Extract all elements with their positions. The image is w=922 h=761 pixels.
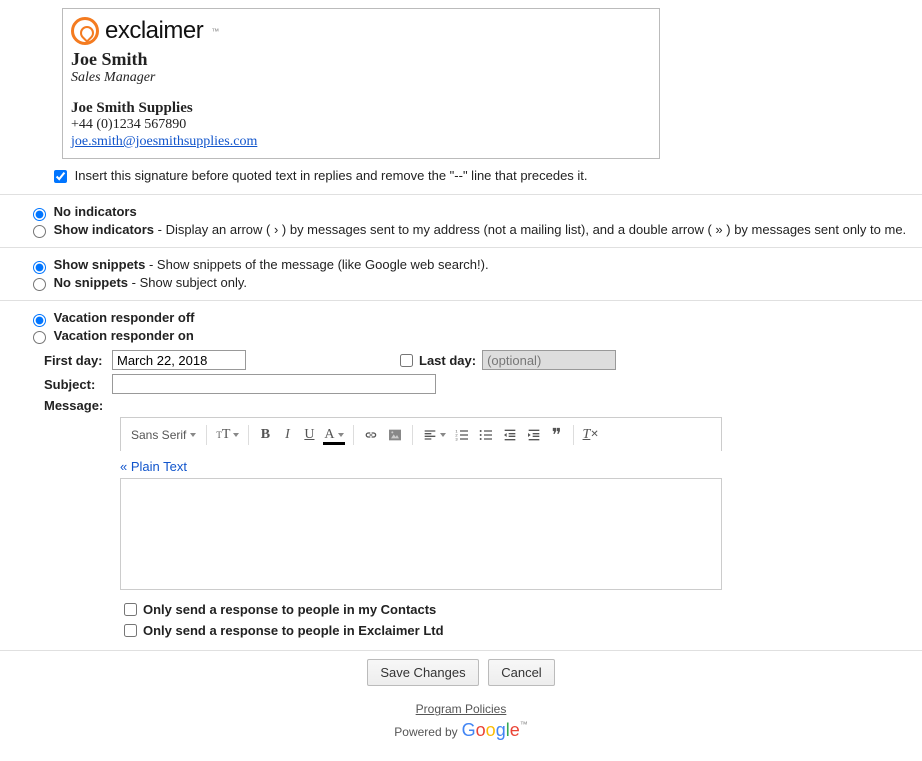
numbered-list-icon: 123 <box>454 427 470 443</box>
chevron-down-icon <box>338 433 344 437</box>
org-only-checkbox[interactable] <box>124 624 137 637</box>
insert-before-text: Insert this signature before quoted text… <box>75 168 588 183</box>
numbered-list-button[interactable]: 123 <box>451 423 473 447</box>
editor-toolbar: Sans Serif TT B I U A <box>120 417 722 451</box>
signature-phone: +44 (0)1234 567890 <box>71 117 651 133</box>
logo-word: exclaimer <box>105 17 203 45</box>
chevron-down-icon <box>440 433 446 437</box>
indent-less-button[interactable] <box>499 423 521 447</box>
indent-less-icon <box>502 427 518 443</box>
show-snippets-label[interactable]: Show snippets - Show snippets of the mes… <box>28 257 489 272</box>
show-snippets-radio[interactable] <box>33 261 46 274</box>
underline-button[interactable]: U <box>299 423 319 447</box>
bullet-list-button[interactable] <box>475 423 497 447</box>
signature-email[interactable]: joe.smith@joesmithsupplies.com <box>71 134 257 149</box>
signature-logo: exclaimer ™ <box>71 17 651 45</box>
vacation-off-text: Vacation responder off <box>54 310 195 325</box>
font-family-select[interactable]: Sans Serif <box>127 428 200 442</box>
contacts-only-checkbox[interactable] <box>124 603 137 616</box>
exclaimer-icon <box>71 17 99 45</box>
chevron-down-icon <box>233 433 239 437</box>
insert-before-checkbox-label[interactable]: Insert this signature before quoted text… <box>50 168 588 183</box>
italic-button[interactable]: I <box>277 423 297 447</box>
footer: Program Policies Powered by Google™ <box>0 694 922 761</box>
message-label: Message: <box>44 398 112 413</box>
text-color-button[interactable]: A <box>321 423 346 447</box>
no-snippets-radio[interactable] <box>33 278 46 291</box>
bullet-list-icon <box>478 427 494 443</box>
font-name: Sans Serif <box>131 428 186 442</box>
no-snippets-label[interactable]: No snippets - Show subject only. <box>28 275 247 290</box>
show-indicators-text: Show indicators <box>54 222 154 237</box>
show-indicators-radio[interactable] <box>33 225 46 238</box>
plain-text-link[interactable]: « Plain Text <box>120 459 722 474</box>
link-button[interactable] <box>360 423 382 447</box>
signature-company: Joe Smith Supplies <box>71 100 651 117</box>
vacation-on-text: Vacation responder on <box>54 328 194 343</box>
first-day-input[interactable] <box>112 350 246 370</box>
logo-tm: ™ <box>211 27 219 36</box>
show-snippets-text: Show snippets <box>54 257 146 272</box>
vacation-off-radio[interactable] <box>33 314 46 327</box>
org-only-label: Only send a response to people in Exclai… <box>143 623 444 638</box>
cancel-button[interactable]: Cancel <box>488 659 554 686</box>
no-snippets-desc: - Show subject only. <box>128 275 247 290</box>
subject-label: Subject: <box>44 377 112 392</box>
signature-name: Joe Smith <box>71 49 651 70</box>
program-policies-link[interactable]: Program Policies <box>416 702 507 716</box>
image-button[interactable] <box>384 423 406 447</box>
show-indicators-desc: - Display an arrow ( › ) by messages sen… <box>154 222 906 237</box>
svg-text:3: 3 <box>455 436 458 441</box>
show-indicators-label[interactable]: Show indicators - Display an arrow ( › )… <box>28 222 906 237</box>
quote-button[interactable]: ❞ <box>547 423 567 447</box>
align-left-icon <box>422 427 438 443</box>
insert-before-checkbox[interactable] <box>54 170 67 183</box>
link-icon <box>363 427 379 443</box>
powered-by-text: Powered by <box>394 725 457 739</box>
show-snippets-desc: - Show snippets of the message (like Goo… <box>145 257 488 272</box>
no-indicators-text: No indicators <box>54 204 137 219</box>
last-day-input <box>482 350 616 370</box>
align-button[interactable] <box>419 423 449 447</box>
vacation-on-label[interactable]: Vacation responder on <box>28 328 194 343</box>
google-logo: Google™ <box>462 720 528 741</box>
first-day-label: First day: <box>44 353 112 368</box>
vacation-off-label[interactable]: Vacation responder off <box>28 310 195 325</box>
last-day-checkbox[interactable] <box>400 354 413 367</box>
image-icon <box>387 427 403 443</box>
no-indicators-label[interactable]: No indicators <box>28 204 137 219</box>
no-indicators-radio[interactable] <box>33 208 46 221</box>
font-size-button[interactable]: TT <box>213 423 242 447</box>
save-changes-button[interactable]: Save Changes <box>367 659 478 686</box>
signature-editor[interactable]: exclaimer ™ Joe Smith Sales Manager Joe … <box>62 8 660 159</box>
last-day-label: Last day: <box>419 353 476 368</box>
no-snippets-text: No snippets <box>54 275 128 290</box>
signature-title: Sales Manager <box>71 70 651 86</box>
indent-more-button[interactable] <box>523 423 545 447</box>
subject-input[interactable] <box>112 374 436 394</box>
message-body[interactable] <box>120 478 722 590</box>
contacts-only-label: Only send a response to people in my Con… <box>143 602 436 617</box>
vacation-on-radio[interactable] <box>33 331 46 344</box>
bold-button[interactable]: B <box>255 423 275 447</box>
indent-more-icon <box>526 427 542 443</box>
chevron-down-icon <box>190 433 196 437</box>
remove-format-button[interactable]: T✕ <box>580 423 602 447</box>
